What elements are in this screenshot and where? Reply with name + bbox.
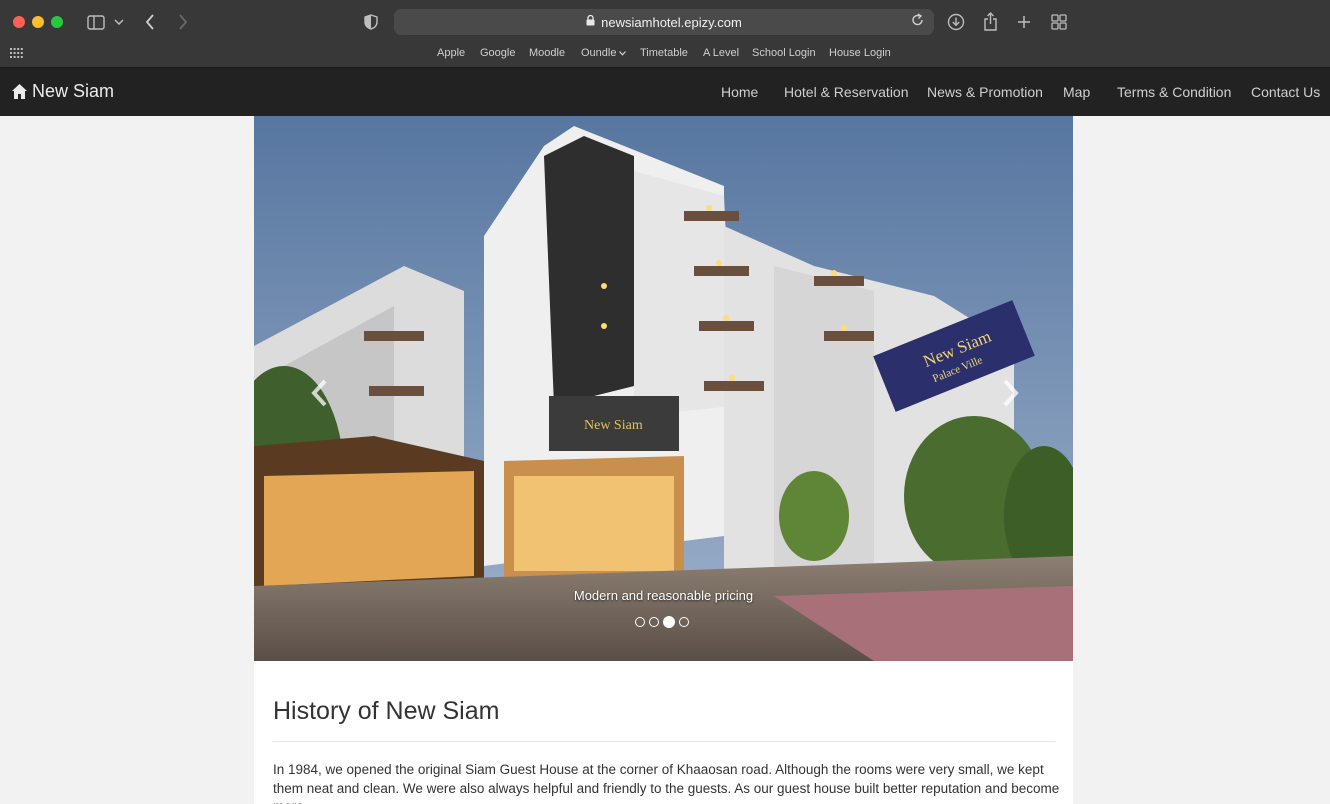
reload-icon[interactable] xyxy=(911,13,924,30)
forward-icon[interactable] xyxy=(175,12,191,32)
carousel-indicator[interactable] xyxy=(679,617,689,627)
zoom-window-button[interactable] xyxy=(51,16,63,28)
carousel-indicator-active[interactable] xyxy=(663,616,675,628)
plus-icon[interactable] xyxy=(1015,12,1033,32)
page-title: History of New Siam xyxy=(273,697,500,725)
nav-terms-condition[interactable]: Terms & Condition xyxy=(1117,84,1231,100)
carousel-next-icon[interactable] xyxy=(1000,378,1020,416)
close-window-button[interactable] xyxy=(13,16,25,28)
divider xyxy=(273,741,1055,742)
tabs-grid-icon[interactable] xyxy=(1049,12,1069,32)
favorites-bar: Apple Google Moodle Oundle Timetable A L… xyxy=(0,44,1330,64)
favorite-school-login[interactable]: School Login xyxy=(752,47,816,59)
browser-chrome: newsiamhotel.epizy.com Apple Google Mood… xyxy=(0,0,1330,68)
brand-link[interactable]: New Siam xyxy=(11,81,114,102)
home-icon xyxy=(11,83,28,100)
site-navbar: New Siam Home Hotel & Reservation News &… xyxy=(0,68,1330,116)
favorite-moodle[interactable]: Moodle xyxy=(529,47,565,59)
favorite-google[interactable]: Google xyxy=(480,47,515,59)
favorite-apple[interactable]: Apple xyxy=(437,47,465,59)
history-section: History of New Siam In 1984, we opened t… xyxy=(254,661,1073,804)
chevron-down-icon[interactable] xyxy=(113,14,125,30)
address-bar[interactable]: newsiamhotel.epizy.com xyxy=(394,9,934,35)
carousel-indicators xyxy=(635,616,689,628)
url-text: newsiamhotel.epizy.com xyxy=(601,14,742,30)
hotel-photo: New Siam New Siam Palace Ville xyxy=(254,116,1073,661)
building-sign-text: New Siam xyxy=(584,418,643,433)
minimize-window-button[interactable] xyxy=(32,16,44,28)
carousel-caption: Modern and reasonable pricing xyxy=(573,588,754,603)
favorite-oundle[interactable]: Oundle xyxy=(581,47,627,59)
carousel-indicator[interactable] xyxy=(635,617,645,627)
nav-contact-us[interactable]: Contact Us xyxy=(1251,84,1320,100)
download-icon[interactable] xyxy=(946,12,966,32)
carousel-prev-icon[interactable] xyxy=(310,378,330,416)
nav-news-promotion[interactable]: News & Promotion xyxy=(927,84,1043,100)
share-icon[interactable] xyxy=(981,11,999,31)
favorite-timetable[interactable]: Timetable xyxy=(640,47,688,59)
shield-icon[interactable] xyxy=(362,13,380,31)
favorite-house-login[interactable]: House Login xyxy=(829,47,891,59)
nav-hotel-reservation[interactable]: Hotel & Reservation xyxy=(784,84,909,100)
brand-name: New Siam xyxy=(32,81,115,101)
nav-home[interactable]: Home xyxy=(721,84,758,100)
favorite-a-level[interactable]: A Level xyxy=(703,47,739,59)
hero-carousel[interactable]: New Siam New Siam Palace Ville Modern an… xyxy=(254,116,1073,661)
back-icon[interactable] xyxy=(142,12,158,32)
chevron-down-icon xyxy=(619,47,627,59)
grid-apps-icon[interactable] xyxy=(9,47,23,59)
favorite-oundle-label: Oundle xyxy=(581,47,617,59)
nav-map[interactable]: Map xyxy=(1063,84,1090,100)
carousel-indicator[interactable] xyxy=(649,617,659,627)
history-paragraph: In 1984, we opened the original Siam Gue… xyxy=(273,762,1060,804)
lock-icon xyxy=(586,13,595,31)
sidebar-icon[interactable] xyxy=(86,13,106,31)
